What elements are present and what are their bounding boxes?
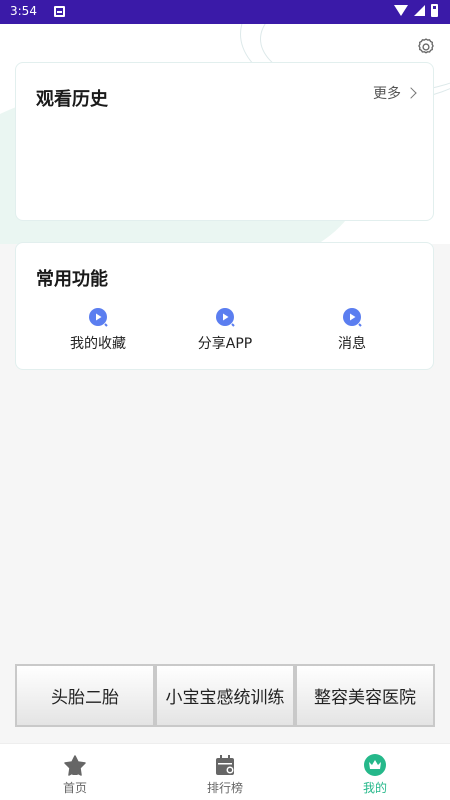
messages-label: 消息 bbox=[338, 336, 366, 352]
tag-button[interactable]: 头胎二胎 bbox=[15, 664, 155, 727]
messages-button[interactable]: 消息 bbox=[297, 307, 407, 353]
status-bar: 3:54 bbox=[0, 0, 450, 24]
tab-mine[interactable]: 我的 bbox=[300, 744, 450, 800]
common-functions-card: 常用功能 我的收藏 分享APP 消息 bbox=[15, 242, 434, 370]
play-icon bbox=[216, 308, 235, 327]
share-app-label: 分享APP bbox=[197, 336, 253, 352]
play-icon bbox=[89, 308, 108, 327]
calendar-icon bbox=[216, 755, 234, 775]
bottom-tab-bar: 首页 排行榜 我的 bbox=[0, 743, 450, 800]
signal-icon bbox=[414, 5, 425, 16]
battery-icon bbox=[431, 4, 438, 17]
tab-mine-label: 我的 bbox=[362, 781, 387, 795]
tab-ranking-label: 排行榜 bbox=[206, 781, 243, 795]
more-label: 更多 bbox=[373, 86, 401, 102]
favorites-button[interactable]: 我的收藏 bbox=[43, 307, 153, 353]
tab-home-label: 首页 bbox=[62, 781, 87, 795]
gear-icon[interactable] bbox=[416, 37, 436, 57]
crown-icon bbox=[364, 754, 386, 776]
watch-history-card: 观看历史 更多 bbox=[15, 62, 434, 221]
chevron-right-icon bbox=[405, 87, 417, 99]
tag-button[interactable]: 小宝宝感统训练 bbox=[155, 664, 295, 727]
wifi-icon bbox=[394, 5, 408, 16]
status-time: 3:54 bbox=[10, 4, 37, 18]
more-link[interactable]: 更多 bbox=[373, 83, 417, 103]
watch-history-title: 观看历史 bbox=[36, 89, 108, 110]
favorites-label: 我的收藏 bbox=[70, 336, 126, 352]
common-functions-title: 常用功能 bbox=[36, 269, 108, 290]
tab-home[interactable]: 首页 bbox=[0, 744, 150, 800]
play-icon bbox=[343, 308, 362, 327]
tab-ranking[interactable]: 排行榜 bbox=[150, 744, 300, 800]
tag-bar: 头胎二胎 小宝宝感统训练 整容美容医院 bbox=[15, 664, 435, 727]
status-icons bbox=[394, 4, 438, 17]
tag-button[interactable]: 整容美容医院 bbox=[295, 664, 435, 727]
notification-icon bbox=[54, 6, 65, 17]
share-app-button[interactable]: 分享APP bbox=[170, 307, 280, 353]
home-icon bbox=[64, 755, 86, 776]
